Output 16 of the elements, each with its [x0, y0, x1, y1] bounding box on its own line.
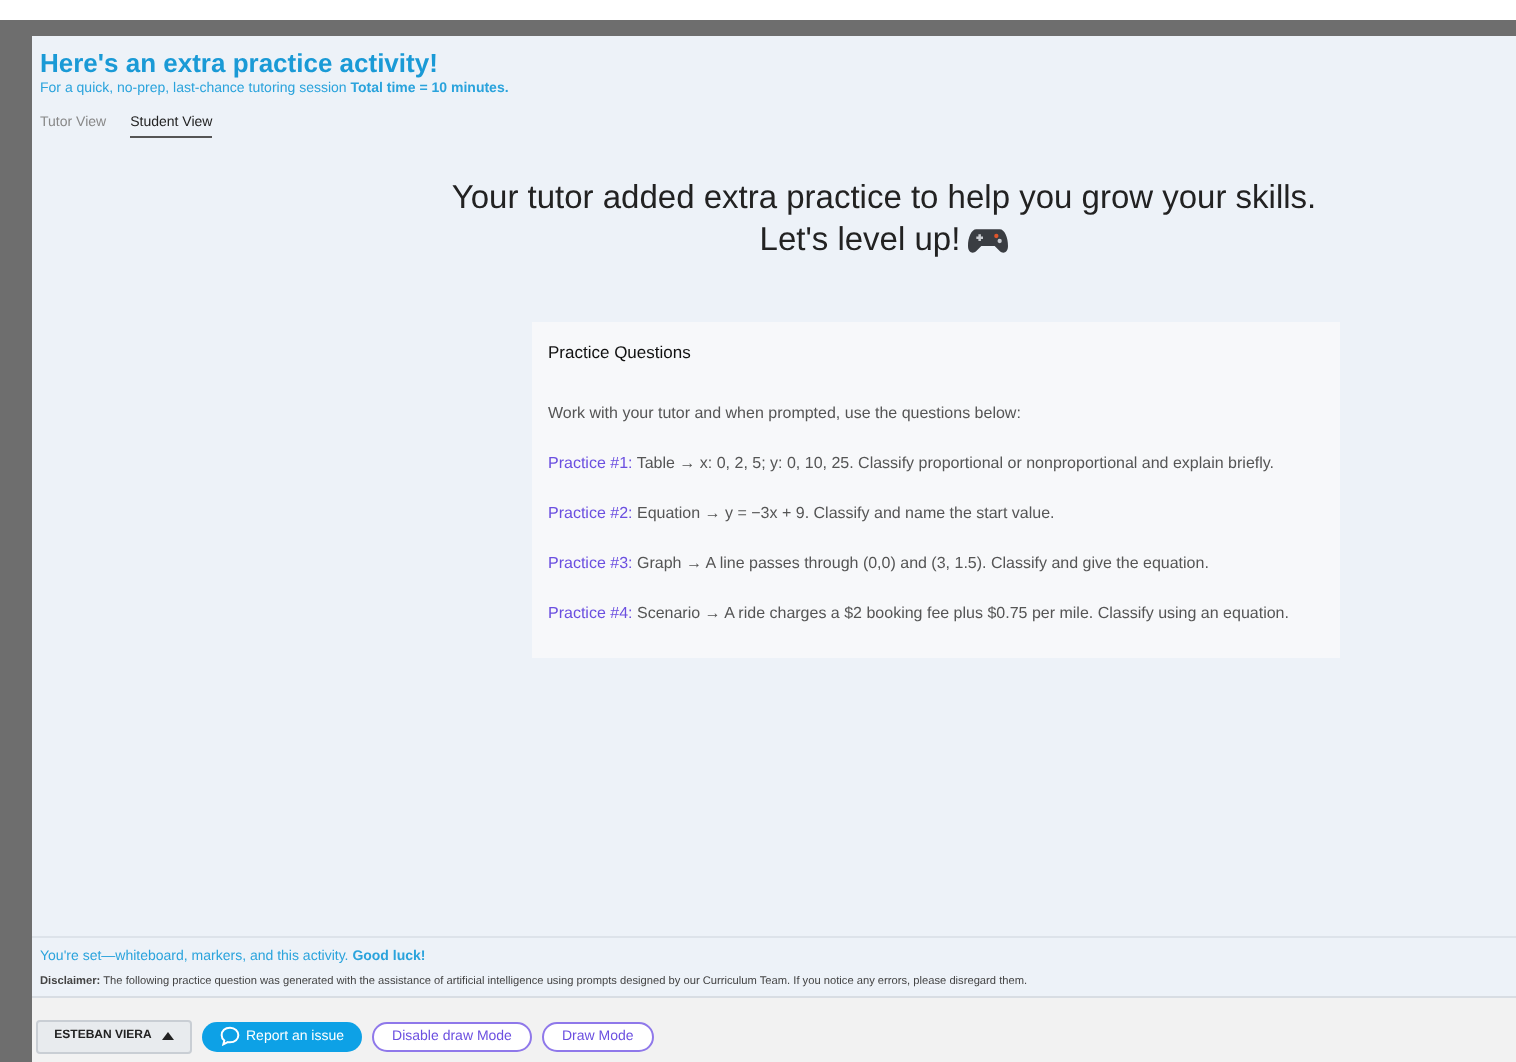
page-title: Here's an extra practice activity! — [40, 48, 440, 78]
gamepad-icon — [968, 226, 1009, 256]
chat-bubble-icon — [220, 1026, 240, 1046]
card-title: Practice Questions — [548, 342, 693, 362]
headline-text: Let's level up! — [759, 220, 961, 262]
question-text: Scenario → A ride charges a $2 booking fee plus $0.75 per mile. Classify using an equation. — [636, 604, 1289, 622]
question-text: Graph → A line passes through (0,0) and (3, 1.5). Classify and give the equation. — [636, 554, 1209, 572]
caret-icon — [161, 1032, 174, 1040]
question-label: Practice #1: — [548, 454, 633, 472]
card-intro: Work with your tutor and when prompted, use the questions below: — [548, 404, 1023, 422]
question-label: Practice #2: — [548, 504, 633, 522]
question-label: Practice #3: — [548, 554, 633, 572]
question-text: Equation → y = −3x + 9. Classify and name the start value. — [636, 504, 1055, 522]
question-label: Practice #4: — [548, 604, 633, 622]
question-text: Table → x: 0, 2, 5; y: 0, 10, 25. Classify proportional or nonproportional and explain briefly. — [636, 454, 1275, 472]
headline-text: Your tutor added extra practice to help you grow your skills. — [449, 178, 1319, 220]
